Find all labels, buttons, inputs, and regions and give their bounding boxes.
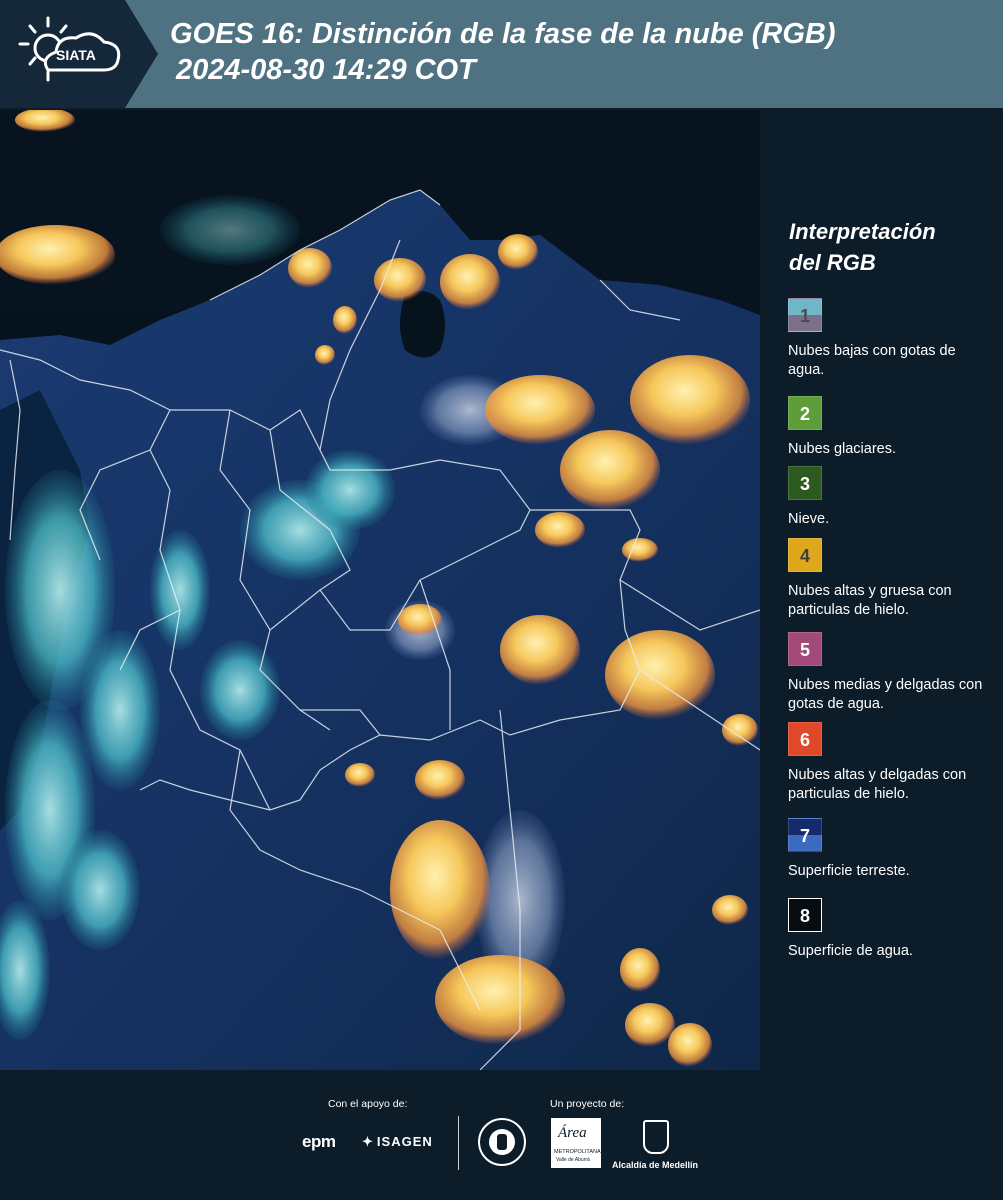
area-logo-text: Área — [558, 1125, 587, 1141]
legend-item-6: 6 Nubes altas y delgadas con particulas d… — [788, 722, 988, 804]
project-label: Un proyecto de: — [550, 1098, 625, 1110]
university-seal-icon — [478, 1118, 526, 1166]
legend-number: 2 — [799, 404, 810, 424]
legend-label: Nubes altas y gruesa con particulas de h… — [788, 583, 952, 618]
area-logo-sub2: Valle de Aburrá — [556, 1157, 590, 1163]
epm-logo: epm — [302, 1132, 336, 1152]
area-metropolitana-logo: Área METROPOLITANA Valle de Aburrá — [551, 1118, 601, 1168]
support-label: Con el apoyo de: — [328, 1098, 408, 1110]
legend-label: Nubes glaciares. — [788, 441, 896, 457]
title-line-2: 2024-08-30 14:29 COT — [176, 54, 476, 86]
legend-swatch: 8 — [788, 898, 822, 932]
alcaldia-label: Alcaldía de Medellín — [612, 1160, 699, 1170]
satellite-map — [0, 110, 760, 1070]
legend-number: 4 — [799, 546, 810, 566]
legend-item-3: 3 Nieve. — [788, 466, 988, 529]
legend-swatch: 7 — [788, 818, 822, 852]
legend-number: 7 — [799, 826, 810, 846]
legend-title-line-2: del RGB — [789, 250, 876, 275]
legend-label: Nubes medias y delgadas con gotas de agu… — [788, 677, 983, 712]
isagen-logo-text: ISAGEN — [376, 1134, 433, 1149]
legend-item-7: 7 Superficie terreste. — [788, 818, 988, 881]
legend-number: 6 — [799, 730, 810, 750]
legend-label: Nubes bajas con gotas de agua. — [788, 343, 956, 378]
legend-item-5: 5 Nubes medias y delgadas con gotas de ag… — [788, 632, 988, 714]
header-bar: SIATA GOES 16: Distinción de la fase de … — [0, 0, 1003, 108]
legend-swatch: 2 — [788, 396, 822, 430]
isagen-icon: ✦ — [362, 1134, 374, 1149]
legend-swatch: 1 — [788, 298, 822, 332]
legend-item-4: 4 Nubes altas y gruesa con particulas de … — [788, 538, 988, 620]
legend-number: 5 — [799, 640, 810, 660]
area-logo-sub: METROPOLITANA — [554, 1149, 601, 1155]
footer: Con el apoyo de: Un proyecto de: epm ✦ IS… — [0, 1070, 1003, 1200]
legend-label: Superficie terreste. — [788, 863, 910, 879]
legend-title: Interpretación del RGB — [789, 216, 936, 278]
legend-item-1: 1 Nubes bajas con gotas de agua. — [788, 298, 988, 380]
legend-number: 8 — [799, 906, 810, 926]
title-line-1: GOES 16: Distinción de la fase de la nub… — [170, 18, 836, 50]
siata-logo-text: SIATA — [56, 47, 96, 63]
isagen-logo: ✦ ISAGEN — [362, 1134, 433, 1150]
page-title: GOES 16: Distinción de la fase de la nub… — [170, 16, 836, 88]
legend-item-2: 2 Nubes glaciares. — [788, 396, 988, 459]
footer-divider — [458, 1116, 459, 1170]
legend-number: 1 — [799, 306, 810, 326]
legend-item-8: 8 Superficie de agua. — [788, 898, 988, 961]
legend-label: Nubes altas y delgadas con particulas de… — [788, 767, 967, 802]
legend-label: Nieve. — [788, 511, 830, 527]
legend-swatch: 6 — [788, 722, 822, 756]
legend-swatch: 5 — [788, 632, 822, 666]
epm-logo-text: epm — [302, 1132, 336, 1151]
legend-number: 3 — [799, 474, 810, 494]
medellin-shield-icon — [643, 1120, 669, 1154]
legend-label: Superficie de agua. — [788, 943, 913, 959]
legend-swatch: 3 — [788, 466, 822, 500]
siata-logo: SIATA — [0, 0, 158, 108]
legend-swatch: 4 — [788, 538, 822, 572]
legend-title-line-1: Interpretación — [789, 219, 936, 244]
